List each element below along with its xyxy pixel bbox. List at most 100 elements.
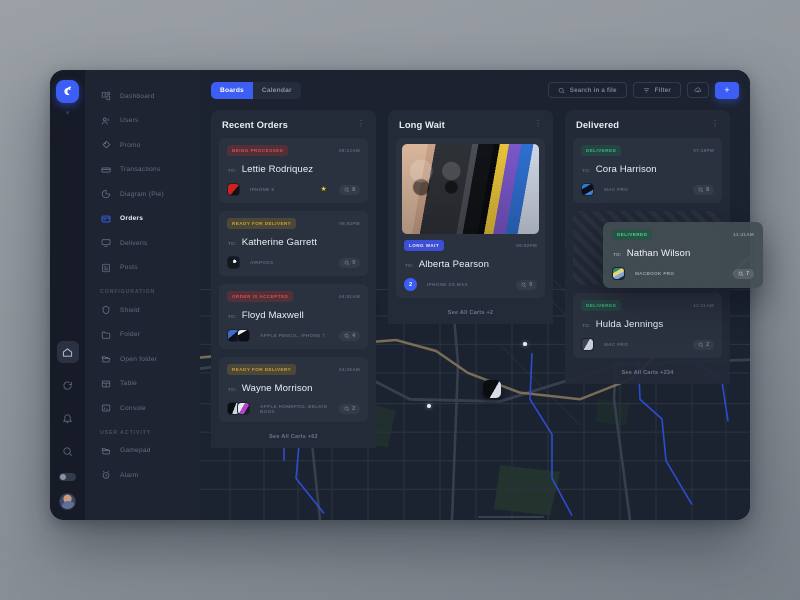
comment-chip[interactable]: 8 (338, 184, 360, 195)
sidebar-group-user-activity: USER ACTIVITY (100, 429, 151, 436)
sidebar-item-diagram-pie[interactable]: Diagram (Pie) (85, 182, 200, 207)
folder-open-icon (100, 354, 111, 365)
sidebar-item-label: Console (120, 404, 146, 412)
see-all-carts-link[interactable]: See All Carts +62 (219, 430, 368, 448)
rail-theme-toggle[interactable] (59, 473, 76, 481)
sidebar-item-promo[interactable]: Promo (85, 133, 200, 158)
sidebar-item-posts[interactable]: Posts (85, 256, 200, 281)
comment-chip[interactable]: 2 (692, 339, 714, 350)
column-title: Long Wait (399, 119, 445, 130)
tab-calendar[interactable]: Calendar (253, 82, 301, 99)
sidebar-item-console[interactable]: Console (85, 396, 200, 421)
sidebar-item-table[interactable]: Table (85, 372, 200, 397)
mac-pro-thumb (581, 183, 594, 196)
product-thumbnails (227, 329, 250, 342)
board-column-recent-orders: Recent Orders ⋮ BEING PROCESSED 08:12AM … (211, 110, 376, 448)
rail-item-notifications[interactable] (57, 407, 79, 429)
sidebar-item-label: Gamepad (120, 447, 151, 455)
sidebar-item-shield[interactable]: Shield (85, 298, 200, 323)
board-column-long-wait: Long Wait ⋮ LONG WAIT 06:52PM TO: Albert… (388, 110, 553, 324)
add-button[interactable]: + (715, 81, 739, 99)
column-header: Long Wait ⋮ (396, 119, 545, 130)
recipient-name: Nathan Wilson (626, 248, 691, 259)
more-vertical-icon[interactable]: ⋮ (357, 120, 365, 128)
main-content: Boards Calendar Search in a file Filter (200, 70, 750, 520)
comment-chip[interactable]: 8 (692, 184, 714, 195)
card-timestamp: 04:25AM (339, 367, 360, 372)
status-badge: LONG WAIT (404, 240, 445, 251)
to-label: TO: (228, 387, 237, 392)
card-header: READY FOR DELIVERY 06:52PM (227, 218, 360, 229)
spiral-logo-icon[interactable] (56, 80, 79, 103)
more-vertical-icon[interactable]: ⋮ (534, 120, 542, 128)
chevron-down-icon[interactable]: ▾ (66, 110, 70, 117)
order-card[interactable]: LONG WAIT 06:52PM TO: Alberta Pearson 2 … (396, 138, 545, 298)
rail-item-home[interactable] (56, 341, 79, 363)
to-label: TO: (582, 168, 591, 173)
rail-item-chat[interactable] (57, 374, 79, 396)
see-all-carts-link[interactable]: See All Carts +234 (573, 366, 722, 384)
product-list: IPHONE XS MAX (427, 282, 469, 287)
comment-count: 2 (352, 405, 355, 412)
product-list: MACBOOK PRO (635, 271, 675, 276)
status-badge: READY FOR DELIVERY (227, 218, 297, 229)
order-card[interactable]: DELIVERED 11:21AM TO: Hulda Jennings MAC… (573, 293, 722, 358)
status-badge: ORDER IS ACCEPTED (227, 291, 294, 302)
sidebar-item-transactions[interactable]: Transactions (85, 158, 200, 183)
search-input[interactable]: Search in a file (547, 82, 627, 98)
product-thumbnails (581, 183, 594, 196)
star-icon[interactable]: ★ (320, 186, 326, 193)
filter-icon (643, 87, 649, 93)
see-all-carts-link[interactable]: See All Carts +2 (396, 306, 545, 324)
tab-boards[interactable]: Boards (211, 81, 253, 99)
status-badge: BEING PROCESSED (227, 145, 289, 156)
sidebar-item-label: Shield (120, 306, 140, 314)
order-card[interactable]: ORDER IS ACCEPTED 04:51AM TO: Floyd Maxw… (219, 284, 368, 349)
comment-icon (344, 406, 349, 411)
iphone-xs-lineup-photo (402, 144, 539, 234)
card-header: ORDER IS ACCEPTED 04:51AM (227, 291, 360, 302)
dragged-order-card[interactable]: DELIVERED 11:41AM TO: Nathan Wilson MACB… (603, 222, 763, 288)
iphone-8-thumb (227, 183, 240, 196)
sidebar-item-folder[interactable]: Folder (85, 323, 200, 348)
sidebar-item-alarm[interactable]: Alarm (85, 463, 200, 488)
more-vertical-icon[interactable]: ⋮ (711, 120, 719, 128)
status-badge: DELIVERED (581, 145, 622, 156)
avatar[interactable] (59, 493, 76, 510)
map-marker-black-phone[interactable] (483, 380, 501, 398)
filter-button[interactable]: Filter (632, 82, 681, 98)
comment-icon (344, 187, 349, 192)
sidebar-item-orders[interactable]: Orders (85, 207, 200, 232)
sidebar-item-gamepad[interactable]: Gamepad (85, 439, 200, 464)
comment-chip[interactable]: 7 (732, 268, 754, 279)
sidebar-nav: Dashboard Users Promo Transactions Diagr… (85, 70, 200, 520)
recipient-name: Floyd Maxwell (241, 310, 304, 321)
card-recipient: TO: Lettie Rodriquez (228, 164, 360, 175)
horizontal-scrollbar[interactable] (478, 515, 544, 518)
order-card[interactable]: READY FOR DELIVERY 04:25AM TO: Wayne Mor… (219, 357, 368, 422)
card-footer: IPHONE 8 ★ 8 (227, 183, 360, 196)
sidebar-item-open-folder[interactable]: Open folder (85, 347, 200, 372)
column-header: Delivered ⋮ (573, 119, 722, 130)
upload-button[interactable] (687, 82, 709, 98)
product-thumbnails (581, 338, 594, 351)
card-footer: APPLE HOMEPOD, BELKIN BOOS 2 (227, 402, 360, 415)
comment-chip[interactable]: 2 (338, 403, 360, 414)
sidebar-item-label: Posts (120, 264, 138, 272)
card-timestamp: 04:51AM (339, 294, 360, 299)
shield-icon (100, 305, 111, 316)
sidebar-item-deliveris[interactable]: Deliveris (85, 231, 200, 256)
comment-chip[interactable]: 9 (338, 257, 360, 268)
order-card[interactable]: READY FOR DELIVERY 06:52PM TO: Katherine… (219, 211, 368, 276)
product-thumbnails (227, 183, 240, 196)
comment-icon (738, 271, 743, 276)
alarm-clock-icon (100, 470, 111, 481)
order-card[interactable]: BEING PROCESSED 08:12AM TO: Lettie Rodri… (219, 138, 368, 203)
comment-chip[interactable]: 4 (338, 330, 360, 341)
comment-chip[interactable]: 9 (515, 279, 537, 290)
sidebar-item-label: Promo (120, 141, 141, 149)
sidebar-item-dashboard[interactable]: Dashboard (85, 84, 200, 109)
rail-item-search[interactable] (57, 440, 79, 462)
order-card[interactable]: DELIVERED 07:18PM TO: Cora Harrison MAC … (573, 138, 722, 203)
sidebar-item-users[interactable]: Users (85, 109, 200, 134)
